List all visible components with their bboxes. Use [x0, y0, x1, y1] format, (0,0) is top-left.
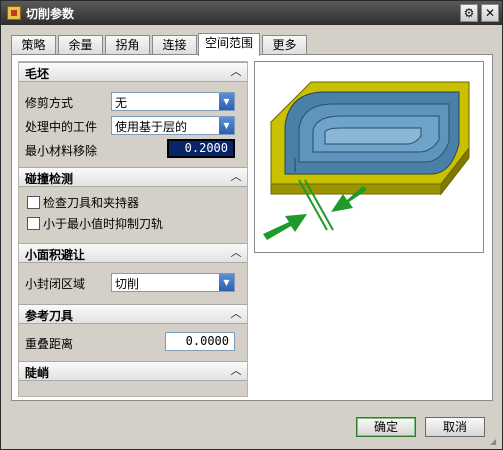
min-removal-label: 最小材料移除	[25, 144, 98, 158]
close-button[interactable]: ✕	[481, 4, 499, 22]
gear-icon[interactable]: ⚙	[460, 4, 478, 22]
trim-method-label: 修剪方式	[25, 96, 74, 110]
closed-region-value: 切削	[115, 277, 140, 291]
section-title: 碰撞检测	[25, 172, 74, 186]
collapse-up-icon[interactable]: ︿	[228, 363, 244, 379]
tab-more[interactable]: 更多	[262, 35, 307, 55]
tab-spatial-range[interactable]: 空间范围	[198, 33, 260, 56]
cut-params-dialog: 切削参数 ⚙ ✕ 策略 余量 拐角 连接 空间范围 更多 毛坯 ︿ 修剪方式 无…	[0, 0, 503, 450]
title-bar: 切削参数 ⚙ ✕	[1, 1, 502, 25]
section-collision-header[interactable]: 碰撞检测 ︿	[19, 167, 247, 187]
in-process-value: 使用基于层的	[115, 120, 188, 134]
closed-region-label: 小封闭区域	[25, 277, 86, 291]
collapse-up-icon[interactable]: ︿	[228, 169, 244, 185]
section-steep-header[interactable]: 陡峭 ︿	[19, 361, 247, 381]
chevron-down-icon[interactable]: ▼	[219, 274, 234, 291]
section-ref-tool-header[interactable]: 参考刀具 ︿	[19, 304, 247, 324]
tab-panel: 毛坯 ︿ 修剪方式 无 ▼ 处理中的工件 使用基于层的 ▼ 最小材料移除 0.2…	[11, 54, 493, 401]
tab-corner[interactable]: 拐角	[105, 35, 150, 55]
trim-method-value: 无	[115, 96, 128, 110]
tab-connect[interactable]: 连接	[152, 35, 197, 55]
cancel-button[interactable]: 取消	[425, 417, 485, 437]
section-title: 毛坯	[25, 67, 50, 81]
suppress-toolpath-checkbox[interactable]	[27, 217, 40, 230]
check-holder-label: 检查刀具和夹持器	[43, 196, 140, 210]
closed-region-select[interactable]: 切削 ▼	[111, 273, 235, 292]
section-blank-header[interactable]: 毛坯 ︿	[19, 62, 247, 82]
collapse-up-icon[interactable]: ︿	[228, 245, 244, 261]
section-title: 小面积避让	[25, 248, 86, 262]
chevron-down-icon[interactable]: ▼	[219, 117, 234, 134]
tab-stock[interactable]: 余量	[58, 35, 103, 55]
app-icon	[7, 6, 21, 20]
section-title: 陡峭	[25, 366, 50, 380]
min-removal-input[interactable]: 0.2000	[167, 139, 235, 158]
window-title: 切削参数	[26, 7, 75, 21]
preview-illustration	[254, 61, 484, 253]
section-title: 参考刀具	[25, 309, 74, 323]
collapse-up-icon[interactable]: ︿	[228, 306, 244, 322]
overlap-distance-label: 重叠距离	[25, 337, 74, 351]
check-holder-checkbox[interactable]	[27, 196, 40, 209]
tab-strategy[interactable]: 策略	[11, 35, 56, 55]
overlap-distance-input[interactable]: 0.0000	[165, 332, 235, 351]
trim-method-select[interactable]: 无 ▼	[111, 92, 235, 111]
ok-button[interactable]: 确定	[356, 417, 416, 437]
collapse-up-icon[interactable]: ︿	[228, 64, 244, 80]
settings-column: 毛坯 ︿ 修剪方式 无 ▼ 处理中的工件 使用基于层的 ▼ 最小材料移除 0.2…	[18, 61, 248, 397]
in-process-select[interactable]: 使用基于层的 ▼	[111, 116, 235, 135]
in-process-label: 处理中的工件	[25, 120, 98, 134]
section-small-area-header[interactable]: 小面积避让 ︿	[19, 243, 247, 263]
resize-grip-icon[interactable]: ◢	[490, 437, 500, 447]
suppress-toolpath-label: 小于最小值时抑制刀轨	[43, 217, 164, 231]
chevron-down-icon[interactable]: ▼	[219, 93, 234, 110]
part-diagram	[263, 81, 470, 240]
